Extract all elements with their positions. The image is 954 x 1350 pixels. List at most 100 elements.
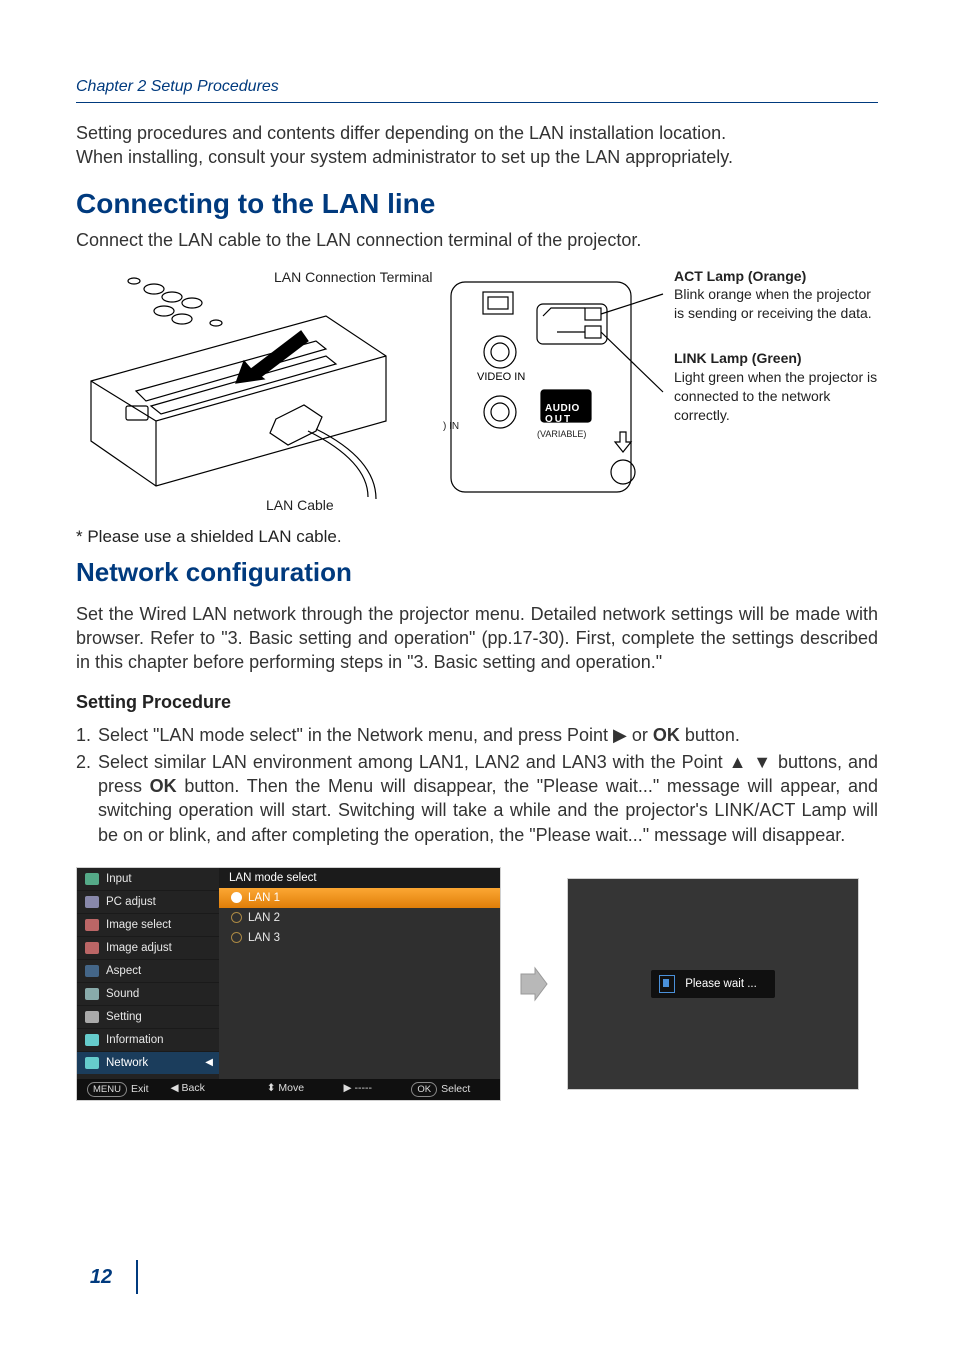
sidebar-item-image-adjust[interactable]: Image adjust bbox=[77, 936, 219, 959]
sidebar-item-network[interactable]: Network bbox=[77, 1051, 219, 1074]
aspect-icon bbox=[85, 965, 99, 977]
intro-line-2: When installing, consult your system adm… bbox=[76, 147, 733, 167]
footer-move-label: Move bbox=[278, 1082, 304, 1094]
sidebar-item-image-select[interactable]: Image select bbox=[77, 913, 219, 936]
lan-option-2[interactable]: LAN 2 bbox=[219, 908, 500, 928]
footer-next-label: ----- bbox=[355, 1082, 372, 1094]
point-right-icon: ▶ bbox=[613, 725, 627, 745]
audio-label: AUDIO bbox=[545, 403, 580, 414]
step-1-mid: or bbox=[627, 725, 653, 745]
step-1-post: button. bbox=[680, 725, 740, 745]
video-in-label: VIDEO IN bbox=[477, 371, 526, 383]
sidebar-item-sound[interactable]: Sound bbox=[77, 982, 219, 1005]
footer-select[interactable]: OK Select bbox=[411, 1082, 470, 1097]
step-1-pre: Select "LAN mode select" in the Network … bbox=[98, 725, 613, 745]
projector-illustration: LAN Connection Terminal bbox=[76, 261, 436, 521]
point-up-icon: ▲ bbox=[729, 752, 748, 772]
radio-icon bbox=[231, 932, 242, 943]
step-2: 2. Select similar LAN environment among … bbox=[76, 750, 878, 847]
step-1: 1. Select "LAN mode select" in the Netwo… bbox=[76, 723, 878, 747]
ok-button-icon: OK bbox=[411, 1082, 437, 1097]
step-2-pre: Select similar LAN environment among LAN… bbox=[98, 752, 729, 772]
please-wait-screenshot: Please wait ... bbox=[567, 878, 859, 1090]
please-wait-badge: Please wait ... bbox=[651, 970, 775, 998]
move-updown-icon: ⬍ bbox=[267, 1082, 276, 1094]
sidebar-item-setting[interactable]: Setting bbox=[77, 1005, 219, 1028]
sidebar-label-input: Input bbox=[106, 873, 132, 885]
footer-exit-label: Exit bbox=[131, 1083, 149, 1095]
point-down-icon: ▼ bbox=[753, 752, 772, 772]
radio-icon bbox=[231, 912, 242, 923]
transition-arrow-icon bbox=[519, 964, 549, 1004]
image-adjust-icon bbox=[85, 942, 99, 954]
hourglass-icon bbox=[659, 975, 675, 993]
footer-select-label: Select bbox=[441, 1083, 470, 1095]
footer-back-label: Back bbox=[182, 1082, 205, 1094]
port-panel-illustration: VIDEO IN AUDIO OUT (VARIABLE) ) IN bbox=[444, 271, 666, 513]
sidebar-item-information[interactable]: Information bbox=[77, 1028, 219, 1051]
footer-next[interactable]: ▶ ----- bbox=[344, 1082, 372, 1097]
in-suffix-label: ) IN bbox=[443, 421, 492, 432]
menu-footer-bar: MENU Exit ◀ Back ⬍ Move ▶ ----- OK Select bbox=[77, 1079, 500, 1100]
step-2-number: 2. bbox=[76, 750, 98, 847]
information-icon bbox=[85, 1034, 99, 1046]
menu-sidebar: Input PC adjust Image select Image adjus… bbox=[77, 868, 219, 1079]
setting-icon bbox=[85, 1011, 99, 1023]
act-lamp-desc: Blink orange when the projector is sendi… bbox=[674, 286, 872, 321]
lan-option-3-label: LAN 3 bbox=[248, 932, 280, 944]
step-1-number: 1. bbox=[76, 723, 98, 747]
section-connecting-lead: Connect the LAN cable to the LAN connect… bbox=[76, 230, 878, 251]
lan-option-1[interactable]: LAN 1 bbox=[219, 888, 500, 908]
sound-icon bbox=[85, 988, 99, 1000]
back-arrow-icon: ◀ bbox=[171, 1082, 179, 1094]
sidebar-label-information: Information bbox=[106, 1034, 164, 1046]
sidebar-label-sound: Sound bbox=[106, 988, 139, 1000]
diagram-row: LAN Connection Terminal bbox=[76, 261, 878, 521]
sidebar-item-input[interactable]: Input bbox=[77, 868, 219, 890]
lan-option-2-label: LAN 2 bbox=[248, 912, 280, 924]
sidebar-label-aspect: Aspect bbox=[106, 965, 141, 977]
sidebar-label-setting: Setting bbox=[106, 1011, 142, 1023]
link-lamp-desc: Light green when the projector is connec… bbox=[674, 369, 877, 423]
link-lamp-title: LINK Lamp (Green) bbox=[674, 350, 802, 366]
menu-main-title: LAN mode select bbox=[219, 868, 500, 888]
step-1-ok: OK bbox=[653, 725, 680, 745]
image-select-icon bbox=[85, 919, 99, 931]
menu-main-panel: LAN mode select LAN 1 LAN 2 LAN 3 bbox=[219, 868, 500, 1079]
setting-procedure-heading: Setting Procedure bbox=[76, 692, 878, 713]
input-icon bbox=[85, 873, 99, 885]
pc-adjust-icon bbox=[85, 896, 99, 908]
step-2-ok: OK bbox=[150, 776, 177, 796]
next-arrow-icon: ▶ bbox=[344, 1082, 352, 1094]
menu-screenshots-row: Input PC adjust Image select Image adjus… bbox=[76, 867, 878, 1101]
step-2-post: button. Then the Menu will disappear, th… bbox=[98, 776, 878, 845]
lan-option-1-label: LAN 1 bbox=[248, 892, 280, 904]
chapter-heading: Chapter 2 Setup Procedures bbox=[76, 78, 878, 103]
lan-cable-label: LAN Cable bbox=[266, 497, 334, 513]
section-connecting-title: Connecting to the LAN line bbox=[76, 188, 878, 220]
sidebar-item-pc-adjust[interactable]: PC adjust bbox=[77, 890, 219, 913]
intro-line-1: Setting procedures and contents differ d… bbox=[76, 123, 726, 143]
menu-button-icon: MENU bbox=[87, 1082, 127, 1097]
out-label: OUT bbox=[545, 414, 572, 425]
footer-back[interactable]: ◀ Back bbox=[171, 1082, 205, 1097]
page-number: 12 bbox=[76, 1260, 138, 1294]
sidebar-label-network: Network bbox=[106, 1057, 148, 1069]
please-wait-text: Please wait ... bbox=[685, 978, 757, 990]
setting-procedure-steps: 1. Select "LAN mode select" in the Netwo… bbox=[76, 723, 878, 846]
variable-label: (VARIABLE) bbox=[537, 429, 586, 439]
lan-connection-terminal-label: LAN Connection Terminal bbox=[274, 269, 434, 285]
sidebar-label-pc-adjust: PC adjust bbox=[106, 896, 156, 908]
lan-option-3[interactable]: LAN 3 bbox=[219, 928, 500, 948]
sidebar-label-image-adjust: Image adjust bbox=[106, 942, 172, 954]
radio-icon bbox=[231, 892, 242, 903]
network-config-paragraph: Set the Wired LAN network through the pr… bbox=[76, 602, 878, 675]
intro-paragraph: Setting procedures and contents differ d… bbox=[76, 121, 878, 170]
sidebar-item-aspect[interactable]: Aspect bbox=[77, 959, 219, 982]
footer-exit[interactable]: MENU Exit bbox=[87, 1082, 149, 1097]
network-icon bbox=[85, 1057, 99, 1069]
lamp-descriptions: ACT Lamp (Orange) Blink orange when the … bbox=[674, 261, 878, 521]
projector-menu-screenshot: Input PC adjust Image select Image adjus… bbox=[76, 867, 501, 1101]
footer-move[interactable]: ⬍ Move bbox=[267, 1082, 304, 1097]
act-lamp-title: ACT Lamp (Orange) bbox=[674, 268, 806, 284]
